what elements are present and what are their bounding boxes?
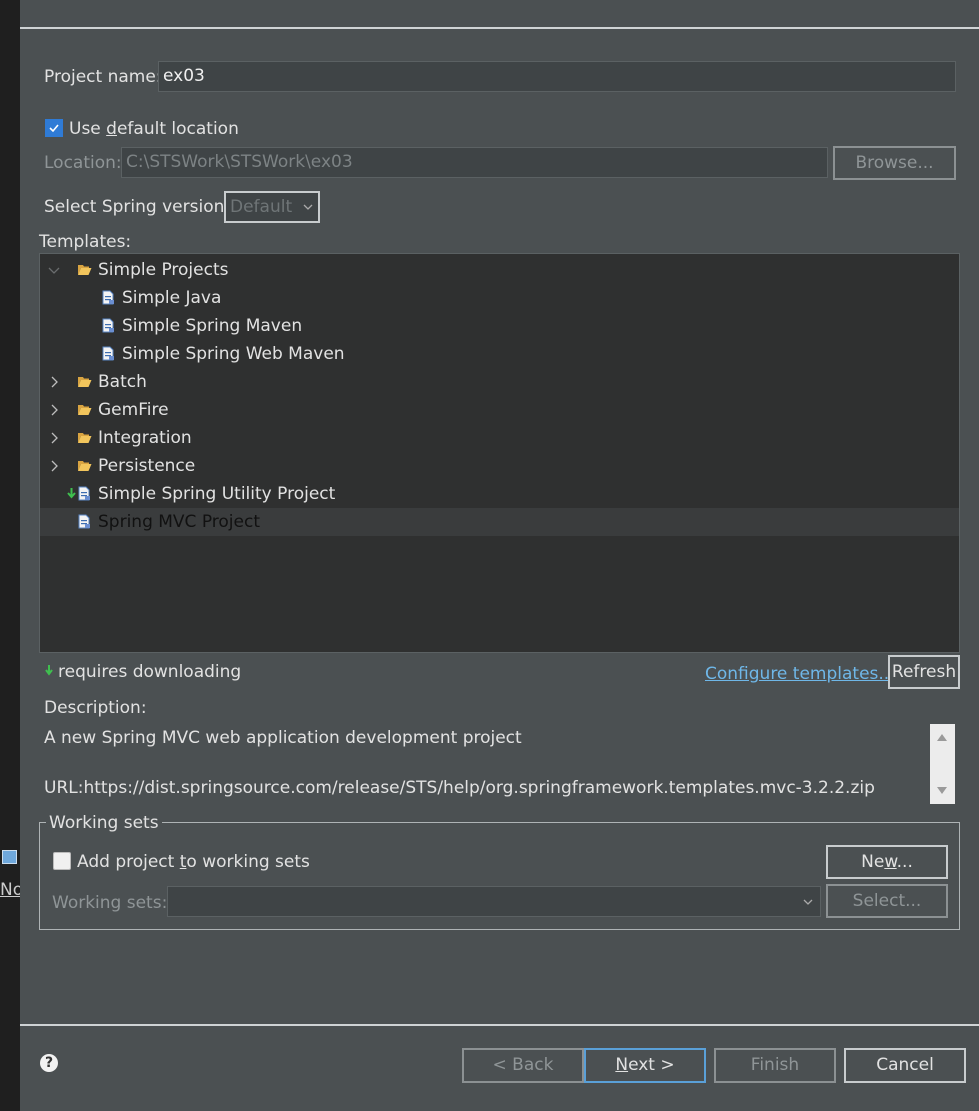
description-text-area: A new Spring MVC web application develop… — [44, 724, 934, 804]
background-window-strip: No — [0, 0, 20, 1111]
tree-item-simple-projects[interactable]: Simple Projects — [40, 256, 959, 284]
use-default-location-label[interactable]: Use default location — [69, 119, 239, 139]
help-icon[interactable]: ? — [40, 1054, 58, 1072]
select-working-sets-button[interactable]: Select... — [826, 884, 948, 918]
location-input[interactable]: C:\STSWork\STSWork\ex03 — [121, 147, 828, 178]
tree-item-integration[interactable]: Integration — [40, 424, 959, 452]
description-url: URL:https://dist.springsource.com/releas… — [44, 778, 875, 798]
tree-item-simple-java[interactable]: Simple Java — [40, 284, 959, 312]
next-button[interactable]: Next > — [584, 1048, 706, 1083]
new-spring-project-dialog: Project name: ex03 Use default location … — [20, 0, 979, 1111]
working-sets-combo[interactable] — [167, 886, 821, 917]
new-working-set-button[interactable]: New... — [826, 845, 948, 879]
tree-item-label: Simple Spring Maven — [122, 316, 303, 336]
background-partial-label: No — [0, 880, 20, 900]
tree-item-simple-spring-maven[interactable]: Simple Spring Maven — [40, 312, 959, 340]
chevron-right-icon[interactable] — [46, 372, 62, 392]
folder-open-icon — [78, 377, 92, 387]
add-to-working-sets-label[interactable]: Add project to working sets — [77, 852, 310, 872]
header-divider — [20, 27, 979, 29]
use-default-location-checkbox[interactable] — [45, 119, 63, 137]
download-arrow-icon — [67, 488, 76, 499]
tree-item-gemfire[interactable]: GemFire — [40, 396, 959, 424]
browse-button[interactable]: Browse... — [833, 146, 956, 180]
tree-item-label: GemFire — [98, 400, 169, 420]
tree-item-label: Simple Spring Utility Project — [98, 484, 336, 504]
location-label: Location: — [44, 153, 122, 173]
template-file-icon — [78, 514, 90, 529]
description-text: A new Spring MVC web application develop… — [44, 728, 522, 748]
chevron-right-icon[interactable] — [46, 400, 62, 420]
description-heading: Description: — [44, 698, 147, 718]
refresh-button[interactable]: Refresh — [888, 655, 960, 689]
chevron-down-icon — [303, 204, 313, 210]
spring-version-select[interactable]: Default — [224, 191, 320, 223]
chevron-right-icon[interactable] — [46, 456, 62, 476]
spring-version-value: Default — [230, 197, 293, 217]
template-file-icon — [78, 486, 90, 501]
tree-item-label: Spring MVC Project — [98, 512, 260, 532]
tree-item-label: Simple Projects — [98, 260, 229, 280]
chevron-right-icon[interactable] — [46, 428, 62, 448]
tree-item-batch[interactable]: Batch — [40, 368, 959, 396]
chevron-down-icon — [803, 899, 813, 905]
tree-item-simple-spring-web-maven[interactable]: Simple Spring Web Maven — [40, 340, 959, 368]
templates-heading: Templates: — [39, 232, 132, 252]
tree-item-label: Persistence — [98, 456, 196, 476]
project-name-label: Project name: — [44, 67, 162, 87]
folder-open-icon — [78, 265, 92, 275]
tree-item-label: Simple Spring Web Maven — [122, 344, 345, 364]
template-file-icon — [102, 318, 114, 333]
description-scrollbar[interactable] — [930, 724, 955, 804]
template-file-icon — [102, 346, 114, 361]
cancel-button[interactable]: Cancel — [844, 1048, 966, 1083]
folder-open-icon — [78, 405, 92, 415]
requires-downloading-label: requires downloading — [58, 662, 242, 682]
chevron-down-icon[interactable] — [46, 260, 62, 280]
configure-templates-link[interactable]: Configure templates... — [705, 664, 895, 684]
folder-open-icon — [78, 433, 92, 443]
working-sets-label: Working sets: — [52, 893, 168, 913]
finish-button[interactable]: Finish — [714, 1048, 836, 1083]
spring-version-label: Select Spring version: — [44, 197, 231, 217]
tree-item-spring-mvc-project[interactable]: Spring MVC Project — [40, 508, 959, 536]
add-to-working-sets-checkbox[interactable] — [53, 852, 71, 870]
templates-tree[interactable]: Simple Projects Simple Java Simple Sprin… — [39, 253, 960, 653]
tree-item-label: Simple Java — [122, 288, 222, 308]
download-arrow-icon — [45, 665, 53, 676]
tree-item-label: Batch — [98, 372, 147, 392]
template-file-icon — [102, 290, 114, 305]
check-icon — [49, 124, 59, 133]
scroll-up-icon[interactable] — [936, 732, 948, 742]
tree-item-persistence[interactable]: Persistence — [40, 452, 959, 480]
window-icon — [2, 850, 17, 864]
tree-item-simple-spring-utility-project[interactable]: Simple Spring Utility Project — [40, 480, 959, 508]
project-name-input[interactable]: ex03 — [158, 61, 956, 92]
folder-open-icon — [78, 461, 92, 471]
back-button[interactable]: < Back — [462, 1048, 584, 1083]
tree-item-label: Integration — [98, 428, 192, 448]
working-sets-title: Working sets — [46, 813, 162, 833]
footer-divider — [20, 1024, 979, 1026]
scroll-down-icon[interactable] — [936, 786, 948, 796]
